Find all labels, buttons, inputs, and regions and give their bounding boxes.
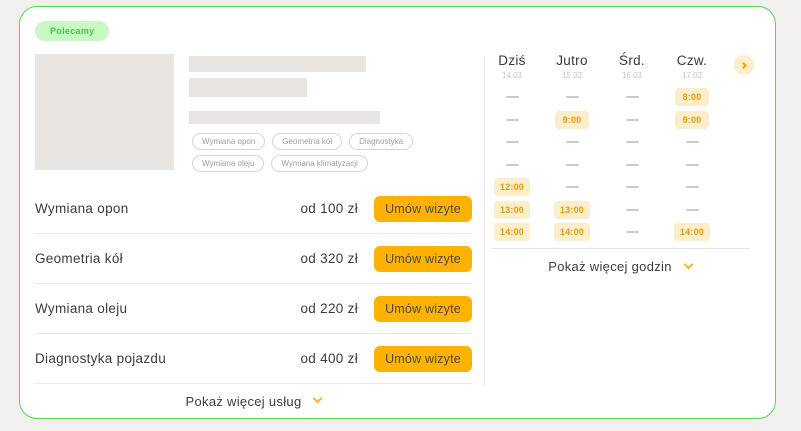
unavailable-slot-dash (566, 164, 579, 166)
time-slot-button[interactable]: 14:00 (554, 223, 590, 241)
service-row: Diagnostyka pojazdu od 400 zł Umów wizyt… (35, 334, 472, 384)
unavailable-slot-dash (686, 186, 699, 188)
show-more-hours-label: Pokaż więcej godzin (548, 259, 672, 274)
service-price: od 220 zł (301, 301, 359, 316)
time-slot-button[interactable]: 9:00 (675, 111, 709, 129)
day-name: Jutro (542, 53, 602, 68)
day-column-today: Dziś 14.03 12:00 13:00 14:00 (482, 53, 542, 244)
chevron-right-icon (739, 61, 746, 68)
slot-column: 9:00 13:00 14:00 (542, 86, 602, 244)
time-slot-button[interactable]: 8:00 (675, 88, 709, 106)
service-list: Wymiana opon od 100 zł Umów wizyte Geome… (35, 184, 472, 418)
time-slot-button[interactable]: 14:00 (674, 223, 710, 241)
service-tag-chip: Wymiana opon (192, 133, 265, 150)
day-name: Śrd. (602, 53, 662, 68)
service-row: Wymiana opon od 100 zł Umów wizyte (35, 184, 472, 234)
provider-image-placeholder (35, 54, 174, 170)
service-name: Geometria kół (35, 251, 301, 266)
service-tag-chip: Geometria kół (272, 133, 342, 150)
service-price: od 400 zł (301, 351, 359, 366)
unavailable-slot-dash (626, 164, 639, 166)
service-name: Diagnostyka pojazdu (35, 351, 301, 366)
service-name: Wymiana oleju (35, 301, 301, 316)
unavailable-slot-dash (686, 141, 699, 143)
unavailable-slot-dash (566, 96, 579, 98)
text-placeholder-subtitle (189, 78, 307, 97)
service-tag-chip: Wymiana oleju (192, 155, 264, 172)
unavailable-slot-dash (626, 119, 639, 121)
service-price: od 320 zł (301, 251, 359, 266)
next-days-button[interactable] (734, 55, 754, 75)
service-tag-chip: Wymiana klimatyzacji (271, 155, 367, 172)
service-row: Wymiana oleju od 220 zł Umów wizyte (35, 284, 472, 334)
show-more-hours-button[interactable]: Pokaż więcej godzin (482, 251, 758, 283)
service-tags: Wymiana opon Geometria kół Diagnostyka W… (192, 133, 454, 172)
availability-calendar: Dziś 14.03 12:00 13:00 14:00 Jutro 15.03 (482, 53, 758, 283)
time-slot-button[interactable]: 12:00 (494, 178, 530, 196)
unavailable-slot-dash (626, 141, 639, 143)
day-name: Czw. (662, 53, 722, 68)
unavailable-slot-dash (506, 96, 519, 98)
day-date: 14.03 (482, 71, 542, 80)
recommended-badge: Polecamy (35, 21, 109, 41)
book-visit-button[interactable]: Umów wizyte (374, 246, 472, 272)
unavailable-slot-dash (506, 141, 519, 143)
service-price: od 100 zł (301, 201, 359, 216)
show-more-services-button[interactable]: Pokaż więcej usług (35, 384, 472, 418)
slot-column: 8:00 9:00 14:00 (662, 86, 722, 244)
book-visit-button[interactable]: Umów wizyte (374, 346, 472, 372)
time-slot-button[interactable]: 9:00 (555, 111, 589, 129)
day-date: 16.03 (602, 71, 662, 80)
time-slot-button[interactable]: 13:00 (494, 201, 530, 219)
day-column-thursday: Czw. 17.03 8:00 9:00 14:00 (662, 53, 722, 244)
unavailable-slot-dash (566, 186, 579, 188)
unavailable-slot-dash (626, 231, 639, 233)
service-row: Geometria kół od 320 zł Umów wizyte (35, 234, 472, 284)
unavailable-slot-dash (626, 96, 639, 98)
day-column-wednesday: Śrd. 16.03 (602, 53, 662, 244)
unavailable-slot-dash (506, 119, 519, 121)
unavailable-slot-dash (626, 209, 639, 211)
chevron-down-icon (683, 259, 693, 269)
unavailable-slot-dash (686, 164, 699, 166)
show-more-services-label: Pokaż więcej usług (186, 394, 302, 409)
service-name: Wymiana opon (35, 201, 301, 216)
text-placeholder-address (189, 111, 380, 124)
book-visit-button[interactable]: Umów wizyte (374, 196, 472, 222)
day-column-tomorrow: Jutro 15.03 9:00 13:00 14:00 (542, 53, 602, 244)
service-tag-chip: Diagnostyka (349, 133, 413, 150)
unavailable-slot-dash (626, 186, 639, 188)
day-name: Dziś (482, 53, 542, 68)
day-columns: Dziś 14.03 12:00 13:00 14:00 Jutro 15.03 (482, 53, 758, 244)
text-placeholder-title (189, 56, 366, 72)
unavailable-slot-dash (506, 164, 519, 166)
slot-column (602, 86, 662, 244)
calendar-divider (492, 248, 750, 249)
service-provider-card: Polecamy Wymiana opon Geometria kół Diag… (19, 6, 776, 419)
slot-column: 12:00 13:00 14:00 (482, 86, 542, 244)
book-visit-button[interactable]: Umów wizyte (374, 296, 472, 322)
chevron-down-icon (313, 394, 323, 404)
unavailable-slot-dash (566, 141, 579, 143)
time-slot-button[interactable]: 13:00 (554, 201, 590, 219)
unavailable-slot-dash (686, 209, 699, 211)
day-date: 17.03 (662, 71, 722, 80)
time-slot-button[interactable]: 14:00 (494, 223, 530, 241)
day-date: 15.03 (542, 71, 602, 80)
